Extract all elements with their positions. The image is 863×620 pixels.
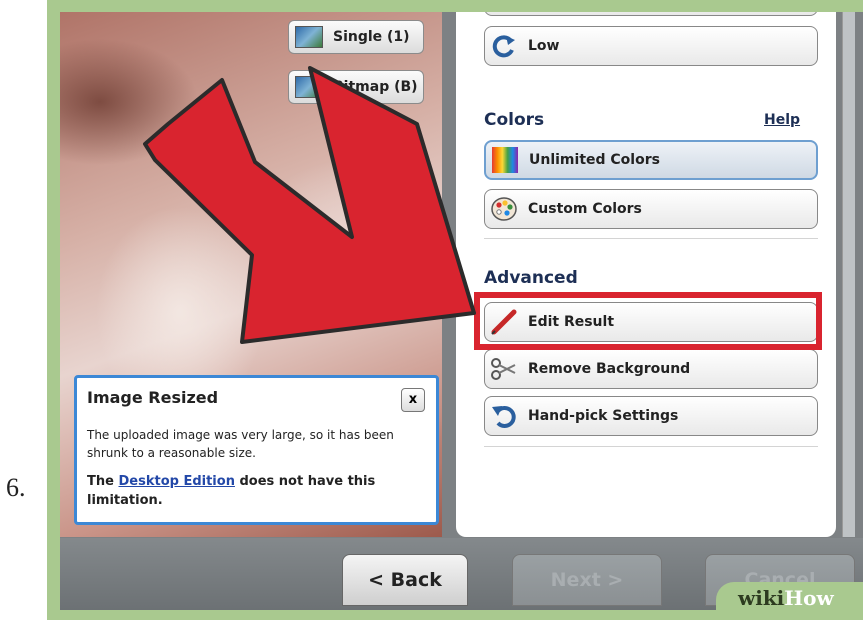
close-icon[interactable]: x [401, 388, 425, 412]
wikihow-watermark: wikiHow [716, 582, 863, 610]
popup-note: The Desktop Edition does not have this l… [87, 472, 427, 510]
step-number: 6. [6, 473, 26, 502]
app-window: Single (1) Bitmap (B) Low Colors Help Un… [60, 12, 863, 610]
watermark-how: How [784, 586, 834, 610]
popup-title: Image Resized [87, 388, 219, 407]
image-resized-popup: Image Resized x The uploaded image was v… [74, 375, 439, 525]
popup-note-prefix: The [87, 474, 114, 489]
popup-body: The uploaded image was very large, so it… [87, 428, 394, 460]
desktop-edition-link[interactable]: Desktop Edition [118, 474, 234, 489]
next-button[interactable]: Next > [512, 554, 662, 606]
watermark-wiki: wiki [738, 586, 785, 610]
back-button[interactable]: < Back [342, 554, 468, 606]
